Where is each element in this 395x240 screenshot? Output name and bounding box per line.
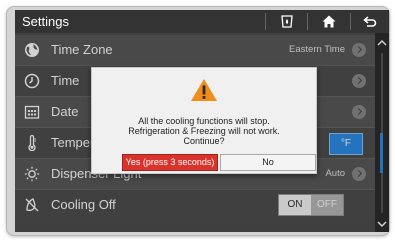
- dialog-message-line: All the cooling functions will stop.: [138, 116, 270, 126]
- warning-icon: [191, 79, 217, 101]
- divider: [265, 13, 266, 30]
- page-title: Settings: [22, 14, 69, 29]
- dialog-message: All the cooling functions will stop. Ref…: [92, 116, 316, 146]
- back-button[interactable]: [351, 10, 389, 33]
- dialog-message-line: Refrigeration & Freezing will not work.: [128, 126, 280, 136]
- home-icon: [322, 15, 336, 28]
- confirm-button[interactable]: Yes (press 3 seconds): [122, 154, 218, 171]
- cancel-button[interactable]: No: [220, 154, 316, 171]
- filter-button[interactable]: [267, 10, 307, 33]
- filter-icon: [281, 14, 293, 28]
- dialog-message-line: Continue?: [183, 136, 225, 146]
- settings-screen: Settings Time Zone Eastern Time Time Dat…: [15, 10, 389, 232]
- confirm-dialog: All the cooling functions will stop. Ref…: [91, 67, 317, 174]
- top-bar: Settings: [15, 10, 389, 33]
- home-button[interactable]: [308, 10, 350, 33]
- back-icon: [363, 15, 377, 27]
